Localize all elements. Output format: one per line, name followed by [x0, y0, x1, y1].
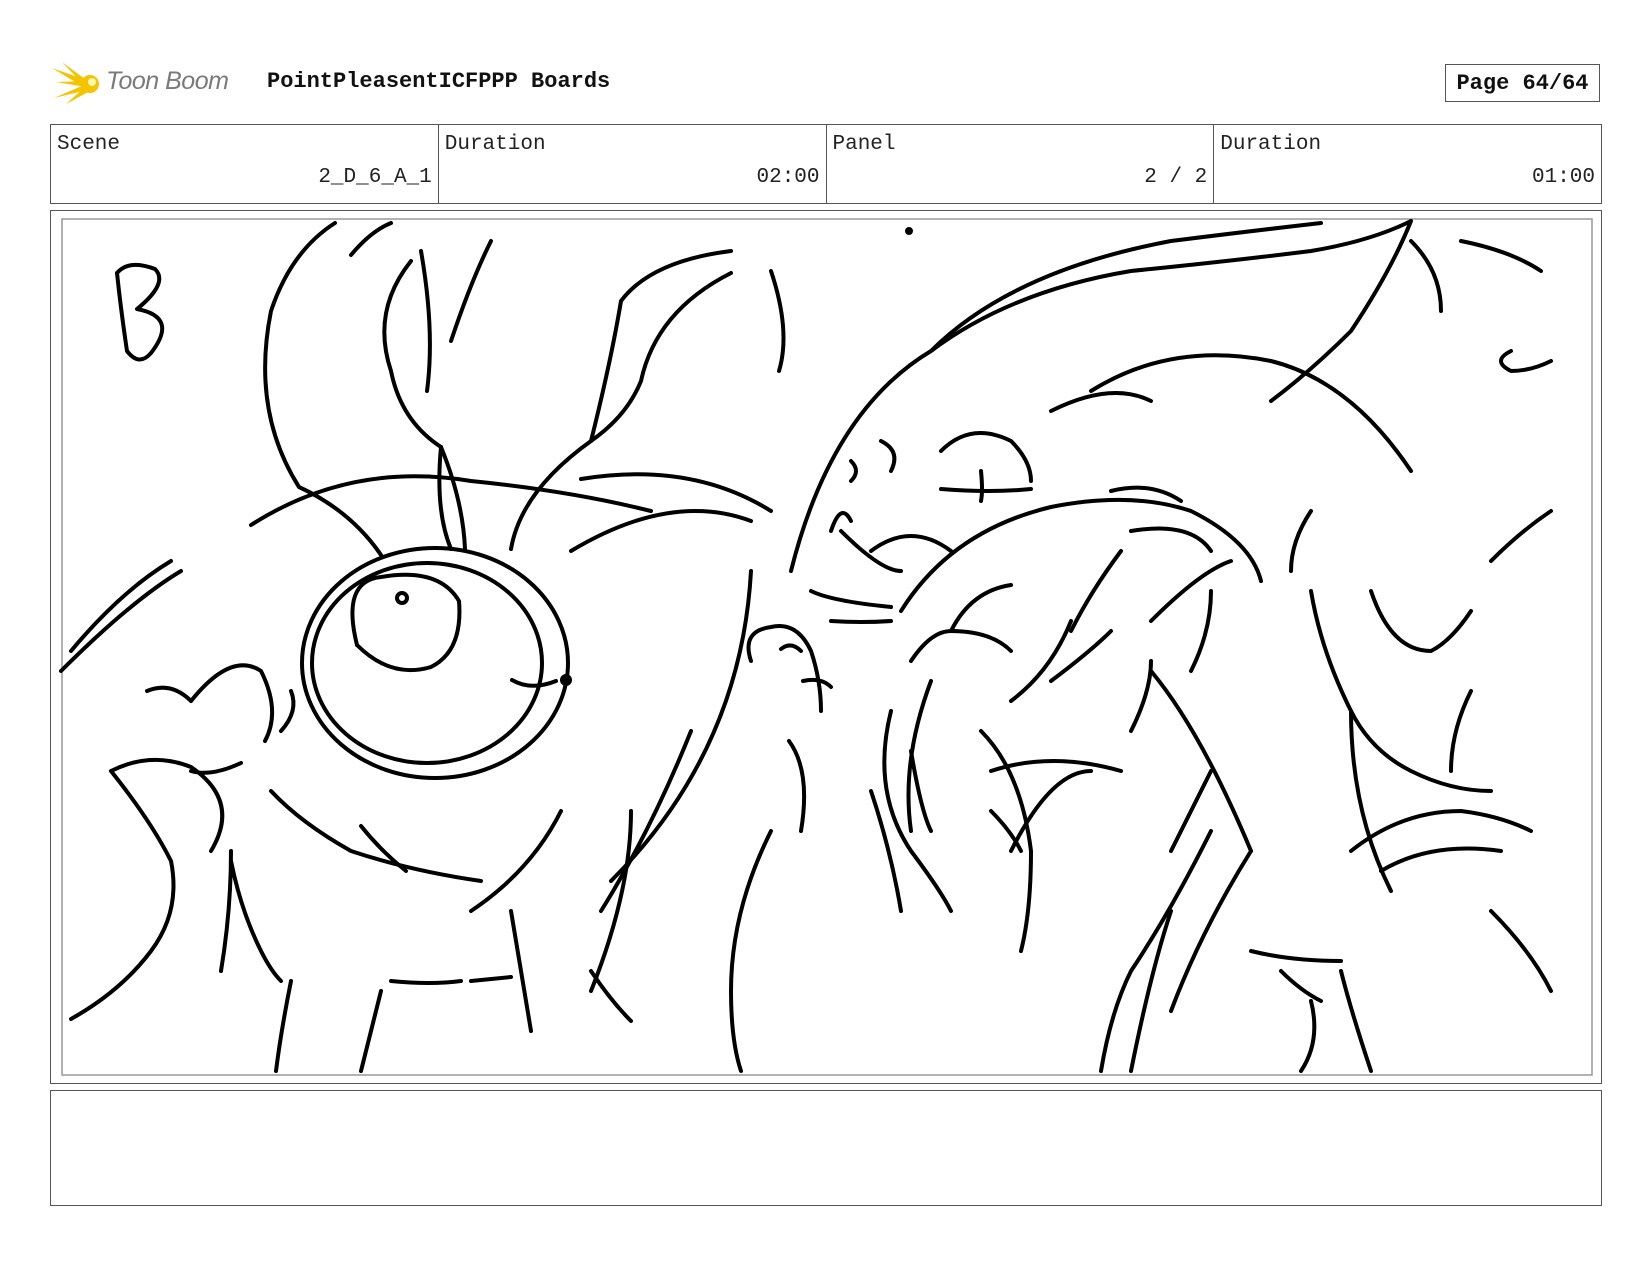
toon-boom-logo: Toon Boom	[52, 58, 252, 108]
panel-duration-label: Duration	[1220, 133, 1322, 156]
panel-label: Panel	[832, 133, 896, 156]
notes-box	[50, 1090, 1602, 1206]
page-header: Toon Boom PointPleasentICFPPP Boards Pag…	[52, 58, 1612, 108]
page-number: Page 64/64	[1445, 64, 1600, 102]
safe-area-frame	[61, 218, 1593, 1076]
panel-marker-letter	[115, 262, 165, 362]
scene-value: 2_D_6_A_1	[318, 166, 432, 189]
scene-duration-value: 02:00	[756, 166, 820, 189]
sketch-drawing	[59, 218, 1593, 1076]
scene-label: Scene	[57, 133, 121, 156]
character-eye	[350, 572, 462, 673]
panel-duration-value: 01:00	[1531, 166, 1595, 189]
project-title: PointPleasentICFPPP Boards	[267, 69, 611, 94]
panel-cell: Panel 2 / 2	[827, 125, 1215, 203]
scene-duration-label: Duration	[444, 133, 546, 156]
panel-value: 2 / 2	[1144, 166, 1208, 189]
logo-wordmark: Toon Boom	[106, 67, 229, 95]
flare-icon	[52, 62, 99, 104]
storyboard-panel	[50, 210, 1602, 1084]
scene-cell: Scene 2_D_6_A_1	[51, 125, 439, 203]
scene-duration-cell: Duration 02:00	[439, 125, 827, 203]
scene-info-table: Scene 2_D_6_A_1 Duration 02:00 Panel 2 /…	[50, 124, 1602, 204]
panel-duration-cell: Duration 01:00	[1214, 125, 1601, 203]
